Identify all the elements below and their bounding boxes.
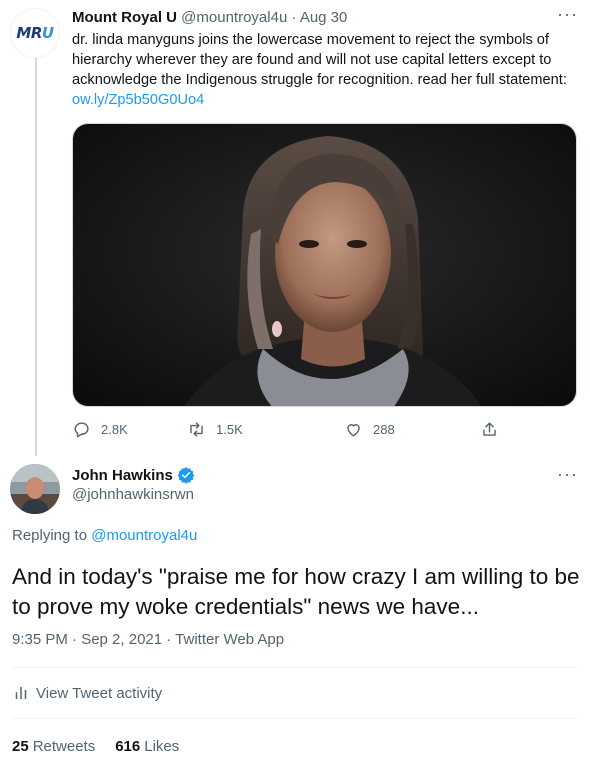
- replying-to: Replying to @mountroyal4u: [12, 527, 197, 544]
- portrait-image: [73, 124, 576, 406]
- divider: [12, 667, 578, 668]
- share-button[interactable]: [480, 420, 509, 439]
- tweet2-author-handle[interactable]: @johnhawkinsrwn: [72, 486, 194, 503]
- tweet2-more-icon[interactable]: ···: [557, 464, 578, 485]
- like-count: 288: [373, 422, 395, 437]
- divider: [12, 718, 578, 719]
- mru-logo: MRU: [16, 24, 54, 42]
- tweet1-header: Mount Royal U @mountroyal4u · Aug 30: [72, 8, 347, 28]
- retweet-count: 1.5K: [216, 422, 243, 437]
- tweet1-author-name[interactable]: Mount Royal U: [72, 9, 177, 26]
- tweet1-separator: ·: [291, 9, 297, 26]
- likes-label: Likes: [144, 738, 180, 755]
- reply-button[interactable]: 2.8K: [72, 420, 128, 439]
- verified-badge-icon: [177, 467, 195, 484]
- tweet2-author-name[interactable]: John Hawkins: [72, 467, 173, 484]
- tweet1-author-handle[interactable]: @mountroyal4u: [181, 9, 287, 26]
- like-icon: [347, 424, 360, 437]
- retweets-label: Retweets: [32, 738, 96, 755]
- activity-label: View Tweet activity: [36, 684, 163, 702]
- tweet2-text: And in today's "praise me for how crazy …: [12, 564, 580, 619]
- view-tweet-activity-button[interactable]: View Tweet activity: [12, 684, 162, 702]
- tweet2-timestamp[interactable]: 9:35 PM · Sep 2, 2021 · Twitter Web App: [12, 631, 284, 648]
- mru-avatar[interactable]: MRU: [10, 8, 60, 58]
- tweet1-actions: 2.8K 1.5K 288: [72, 420, 512, 444]
- retweet-button[interactable]: 1.5K: [187, 420, 243, 439]
- tweet1-link[interactable]: ow.ly/Zp5b50G0Uo4: [72, 92, 204, 108]
- thread-connector-line: [35, 58, 37, 456]
- likes-stat[interactable]: 616 Likes: [115, 738, 179, 755]
- avatar[interactable]: [10, 464, 60, 514]
- tweet2-stats: 25 Retweets 616 Likes: [12, 738, 199, 755]
- retweet-icon: [190, 422, 203, 437]
- replying-prefix: Replying to: [12, 527, 92, 544]
- retweets-count: 25: [12, 738, 29, 755]
- replying-to-link[interactable]: @mountroyal4u: [91, 527, 197, 544]
- tweet1-photo[interactable]: [72, 123, 577, 407]
- tweet1-date[interactable]: Aug 30: [300, 9, 348, 26]
- tweet1-text: dr. linda manyguns joins the lowercase m…: [72, 30, 580, 110]
- like-button[interactable]: 288: [344, 420, 395, 439]
- tweet2-author[interactable]: John Hawkins: [72, 466, 195, 484]
- john-hawkins-avatar-image: [10, 464, 60, 514]
- activity-bars-icon: [15, 687, 27, 699]
- reply-count: 2.8K: [101, 422, 128, 437]
- share-icon: [483, 422, 496, 436]
- reply-icon: [74, 422, 89, 438]
- tweet1-body: dr. linda manyguns joins the lowercase m…: [72, 32, 567, 88]
- tweet1-more-icon[interactable]: ···: [557, 4, 578, 25]
- retweets-stat[interactable]: 25 Retweets: [12, 738, 95, 755]
- likes-count: 616: [115, 738, 141, 755]
